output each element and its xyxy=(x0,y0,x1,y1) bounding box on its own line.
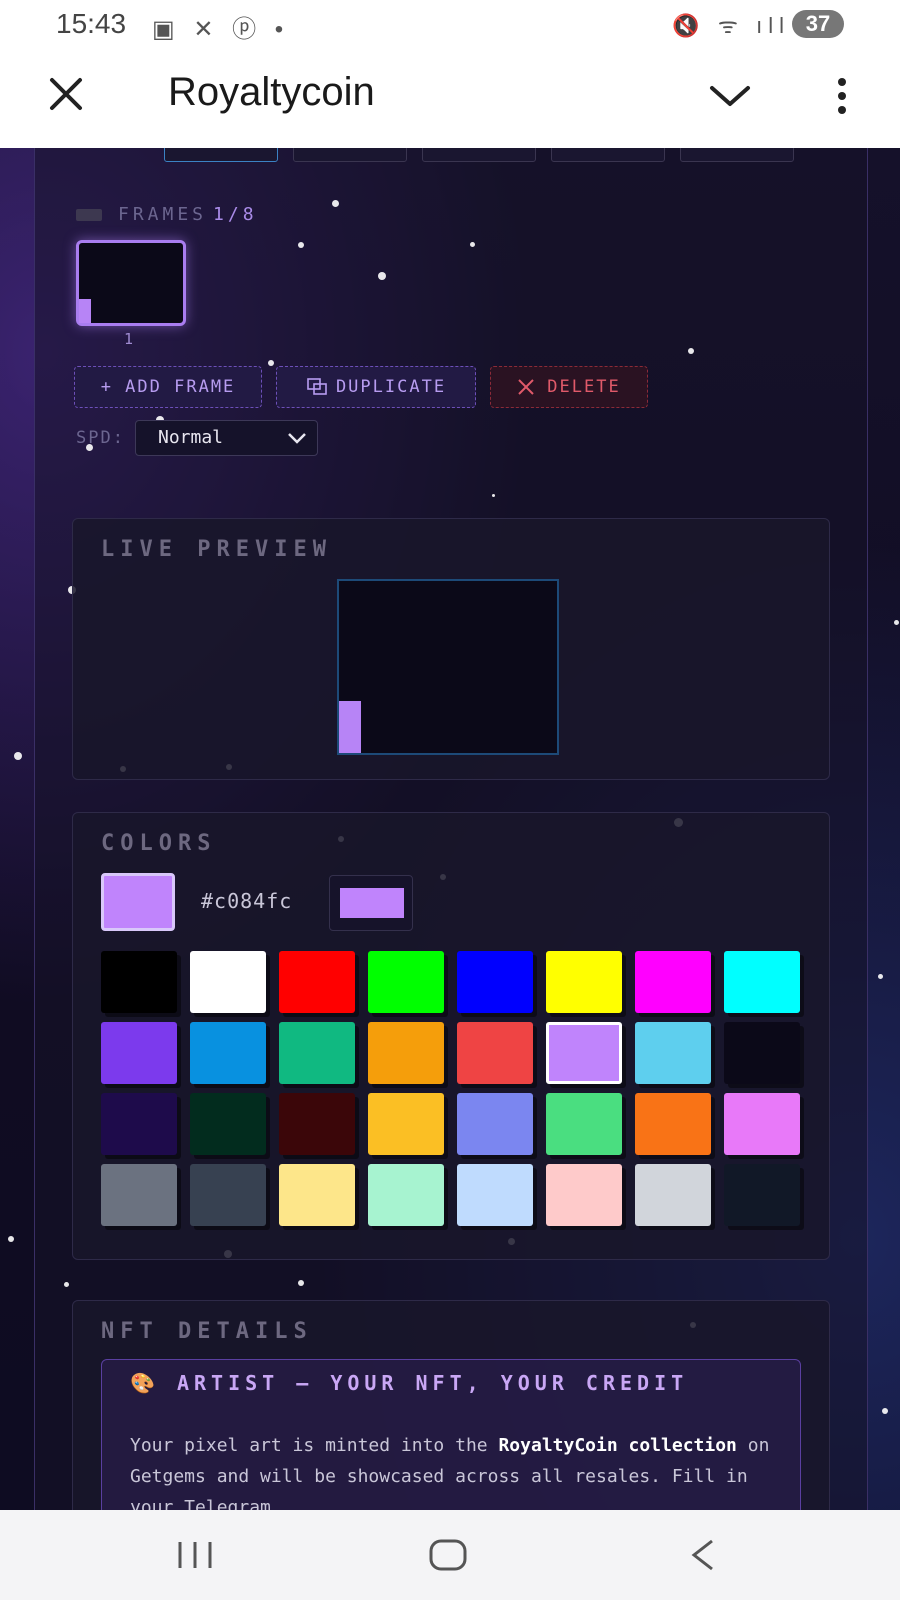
delete-button[interactable]: DELETE xyxy=(490,366,648,408)
color-swatch[interactable] xyxy=(724,1022,800,1084)
color-swatch[interactable] xyxy=(457,1164,533,1226)
nft-details-title: NFT DETAILS xyxy=(101,1319,313,1344)
speed-value: Normal xyxy=(158,427,224,448)
live-preview-card: LIVE PREVIEW xyxy=(72,518,830,780)
color-swatch[interactable] xyxy=(101,1022,177,1084)
battery-indicator: 37 xyxy=(792,10,844,38)
color-swatch[interactable] xyxy=(457,951,533,1013)
live-preview-title: LIVE PREVIEW xyxy=(101,537,332,562)
color-swatch[interactable] xyxy=(635,951,711,1013)
color-swatch[interactable] xyxy=(635,1093,711,1155)
color-swatch[interactable] xyxy=(635,1022,711,1084)
grid-size-option[interactable] xyxy=(422,148,536,162)
grid-size-option[interactable] xyxy=(164,148,278,162)
color-swatch[interactable] xyxy=(368,1093,444,1155)
color-swatch[interactable] xyxy=(101,1093,177,1155)
frames-icon xyxy=(76,209,102,221)
speed-select[interactable]: Normal xyxy=(135,420,318,456)
artist-text-part: Your pixel art is minted into the xyxy=(130,1435,499,1456)
color-picker-input[interactable] xyxy=(329,875,413,931)
speed-label: SPD: xyxy=(76,428,125,448)
color-swatch[interactable] xyxy=(457,1093,533,1155)
color-swatch[interactable] xyxy=(279,1164,355,1226)
status-bar: 15:43 ▣ ✕ ⓟ • 🔇 ᯤ ıll 37 xyxy=(0,0,900,48)
close-icon[interactable] xyxy=(44,72,88,116)
color-swatch[interactable] xyxy=(724,1093,800,1155)
frames-header: FRAMES 1/8 xyxy=(76,204,258,225)
artist-info-box: 🎨 ARTIST — YOUR NFT, YOUR CREDIT Your pi… xyxy=(101,1359,801,1510)
duplicate-label: DUPLICATE xyxy=(335,377,447,397)
artist-title: 🎨 ARTIST — YOUR NFT, YOUR CREDIT xyxy=(130,1371,689,1395)
color-swatch[interactable] xyxy=(546,1164,622,1226)
recent-apps-icon[interactable] xyxy=(176,1538,214,1572)
add-frame-button[interactable]: + ADD FRAME xyxy=(74,366,262,408)
app-title: Royaltycoin xyxy=(168,70,375,114)
system-icons: 🔇 ᯤ ıll xyxy=(672,13,790,38)
frames-count: 1/8 xyxy=(213,204,258,225)
color-swatch[interactable] xyxy=(101,951,177,1013)
color-swatch[interactable] xyxy=(546,1022,622,1084)
color-palette xyxy=(101,951,805,1235)
color-swatch[interactable] xyxy=(368,951,444,1013)
duplicate-button[interactable]: DUPLICATE xyxy=(276,366,476,408)
color-picker-preview xyxy=(340,888,404,918)
color-swatch[interactable] xyxy=(279,1093,355,1155)
current-color-swatch xyxy=(101,873,175,931)
nft-details-card: NFT DETAILS 🎨 ARTIST — YOUR NFT, YOUR CR… xyxy=(72,1300,830,1510)
color-swatch[interactable] xyxy=(101,1164,177,1226)
delete-label: DELETE xyxy=(547,377,621,397)
more-options-icon[interactable] xyxy=(830,74,854,118)
grid-size-option[interactable] xyxy=(551,148,665,162)
grid-size-option[interactable] xyxy=(680,148,794,162)
color-swatch[interactable] xyxy=(279,951,355,1013)
system-nav-bar xyxy=(0,1510,900,1600)
chevron-down-icon xyxy=(288,433,306,444)
current-color-hex: #c084fc xyxy=(201,889,293,913)
editor-content[interactable]: FRAMES 1/8 1 + ADD FRAME DUPLICATE DELETE… xyxy=(0,148,900,1510)
colors-title: COLORS xyxy=(101,831,217,856)
colors-card: COLORS #c084fc xyxy=(72,812,830,1260)
color-swatch[interactable] xyxy=(368,1164,444,1226)
color-swatch[interactable] xyxy=(190,1022,266,1084)
duplicate-icon xyxy=(307,378,327,395)
artist-description: Your pixel art is minted into the Royalt… xyxy=(130,1430,770,1510)
color-swatch[interactable] xyxy=(279,1022,355,1084)
color-swatch[interactable] xyxy=(190,1164,266,1226)
color-swatch[interactable] xyxy=(190,951,266,1013)
frame-thumbnail[interactable] xyxy=(76,240,186,326)
grid-size-option[interactable] xyxy=(293,148,407,162)
color-swatch[interactable] xyxy=(724,1164,800,1226)
color-swatch[interactable] xyxy=(457,1022,533,1084)
frame-number: 1 xyxy=(124,330,134,348)
color-swatch[interactable] xyxy=(724,951,800,1013)
color-swatch[interactable] xyxy=(546,1093,622,1155)
app-bar: Royaltycoin xyxy=(0,48,900,148)
live-preview-canvas xyxy=(337,579,559,755)
frames-label: FRAMES xyxy=(118,204,208,225)
home-icon[interactable] xyxy=(428,1538,468,1572)
pixel xyxy=(79,299,91,323)
back-icon[interactable] xyxy=(688,1538,716,1572)
color-swatch[interactable] xyxy=(190,1093,266,1155)
delete-x-icon xyxy=(518,379,534,395)
color-swatch[interactable] xyxy=(546,951,622,1013)
color-swatch[interactable] xyxy=(368,1022,444,1084)
pixel xyxy=(339,701,361,753)
notification-icons: ▣ ✕ ⓟ • xyxy=(152,16,290,43)
status-time: 15:43 xyxy=(56,8,127,39)
color-swatch[interactable] xyxy=(635,1164,711,1226)
collection-name: RoyaltyCoin collection xyxy=(498,1435,737,1456)
chevron-down-icon[interactable] xyxy=(708,78,752,114)
